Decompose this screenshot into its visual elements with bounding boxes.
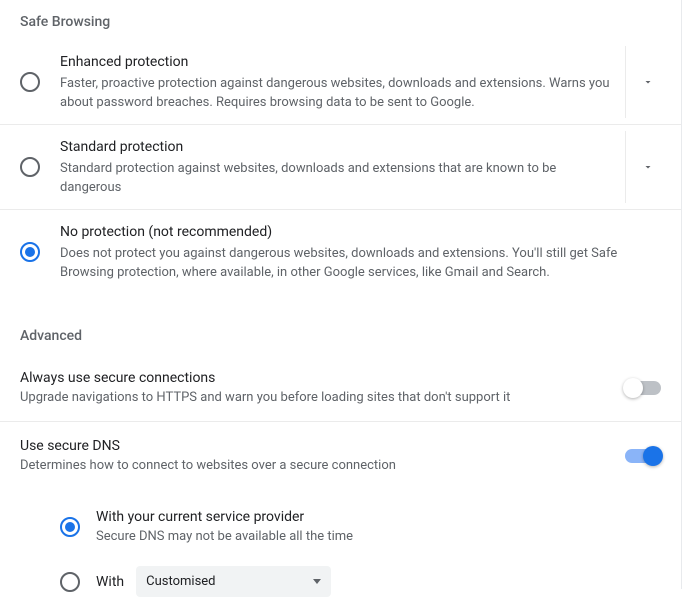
row-secure-dns: Use secure DNS Determines how to connect…	[0, 422, 681, 489]
option-desc: Standard protection against websites, do…	[60, 159, 617, 197]
radio-current-provider[interactable]	[60, 517, 80, 537]
toggle-secure-dns[interactable]	[625, 449, 661, 463]
section-spacer	[0, 294, 681, 322]
option-text: Enhanced protection Faster, proactive pr…	[60, 52, 625, 112]
toggle-secure-connections[interactable]	[625, 381, 661, 395]
radio-no-protection[interactable]	[20, 242, 40, 262]
option-desc: Faster, proactive protection against dan…	[60, 74, 617, 112]
option-text: No protection (not recommended) Does not…	[60, 222, 669, 282]
dns-text: With your current service provider Secur…	[96, 507, 661, 546]
dns-provider-select[interactable]: Customised	[136, 566, 331, 597]
dns-desc: Secure DNS may not be available all the …	[96, 527, 661, 546]
advanced-header: Advanced	[0, 322, 681, 354]
option-title: Enhanced protection	[60, 52, 617, 72]
row-desc: Upgrade navigations to HTTPS and warn yo…	[20, 388, 609, 407]
option-title: Standard protection	[60, 137, 617, 157]
secure-dns-options: With your current service provider Secur…	[0, 489, 681, 615]
option-desc: Does not protect you against dangerous w…	[60, 244, 661, 282]
dns-with-row: With Customised	[96, 566, 331, 597]
select-value: Customised	[146, 574, 215, 589]
safe-browsing-header: Safe Browsing	[0, 8, 681, 40]
chevron-down-icon	[639, 158, 657, 176]
option-title: No protection (not recommended)	[60, 222, 661, 242]
radio-enhanced[interactable]	[20, 72, 40, 92]
row-text: Use secure DNS Determines how to connect…	[20, 436, 609, 475]
expand-enhanced[interactable]	[625, 46, 669, 118]
row-text: Always use secure connections Upgrade na…	[20, 368, 609, 407]
radio-standard[interactable]	[20, 157, 40, 177]
dns-option-current-provider[interactable]: With your current service provider Secur…	[60, 497, 661, 556]
chevron-down-icon	[639, 73, 657, 91]
dropdown-arrow-icon	[313, 579, 321, 584]
dns-option-custom[interactable]: With Customised	[60, 556, 661, 607]
row-title: Use secure DNS	[20, 436, 609, 456]
row-desc: Determines how to connect to websites ov…	[20, 456, 609, 475]
option-no-protection[interactable]: No protection (not recommended) Does not…	[0, 210, 681, 294]
dns-title: With your current service provider	[96, 507, 661, 527]
row-title: Always use secure connections	[20, 368, 609, 388]
settings-panel: Safe Browsing Enhanced protection Faster…	[0, 0, 681, 615]
option-enhanced-protection[interactable]: Enhanced protection Faster, proactive pr…	[0, 40, 681, 125]
expand-standard[interactable]	[625, 131, 669, 203]
row-secure-connections: Always use secure connections Upgrade na…	[0, 354, 681, 422]
option-text: Standard protection Standard protection …	[60, 137, 625, 197]
option-standard-protection[interactable]: Standard protection Standard protection …	[0, 125, 681, 210]
